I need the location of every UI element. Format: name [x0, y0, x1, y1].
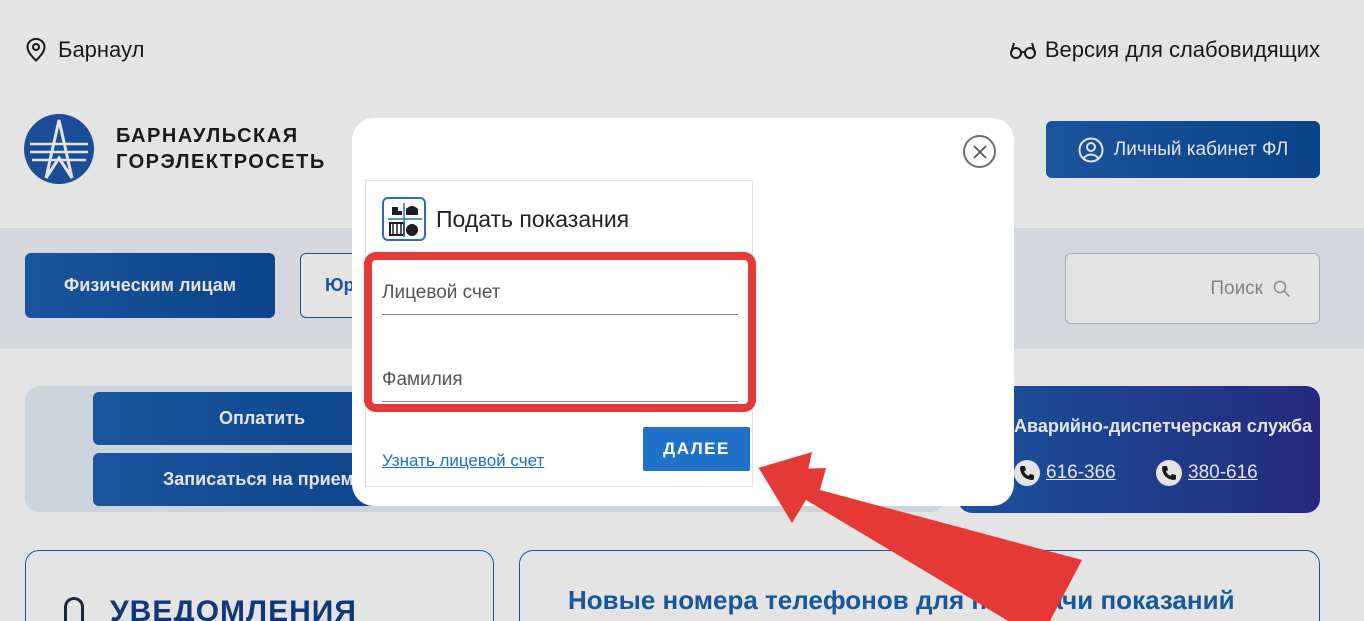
annotation-arrow-icon [758, 452, 1082, 621]
